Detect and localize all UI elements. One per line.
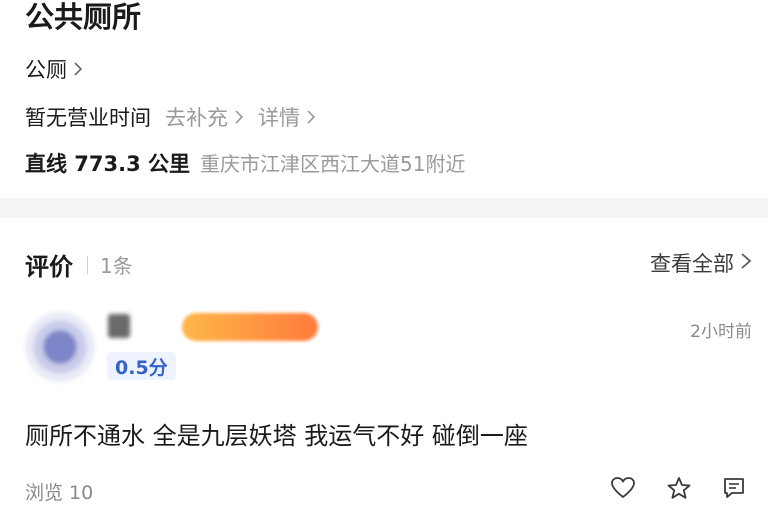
avatar[interactable] [25,312,95,382]
reviews-count: 1条 [100,254,133,278]
rating-badge: 0.5分 [107,352,176,380]
reviews-title: 评价 [25,253,73,281]
poi-hours-row: 暂无营业时间 去补充 详情 [25,104,316,132]
details-link[interactable]: 详情 [258,104,316,132]
poi-category-row[interactable]: 公厕 [25,56,83,84]
view-count: 浏览 10 [25,482,94,504]
address-text[interactable]: 重庆市江津区西江大道51附近 [200,150,465,178]
review-text[interactable]: 厕所不通水 全是九层妖塔 我运气不好 碰倒一座 [25,416,528,451]
supplement-link[interactable]: 去补充 [165,104,244,132]
star-icon[interactable] [666,476,692,500]
details-link-label[interactable]: 详情 [258,104,300,132]
business-hours: 暂无营业时间 [25,106,151,130]
reviews-header: 评价 1条 [25,247,133,282]
review-time: 2小时前 [690,322,752,342]
chevron-right-icon [234,104,244,132]
poi-category[interactable]: 公厕 [25,56,67,84]
review-actions [610,476,746,500]
poi-location-row[interactable]: 直线 773.3 公里 重庆市江津区西江大道51附近 [25,150,466,178]
distance-text: 直线 773.3 公里 [25,152,191,176]
user-level-badge [182,313,318,341]
chevron-right-icon [306,104,316,132]
chevron-right-icon [73,56,83,84]
chevron-right-icon [740,251,752,275]
heart-icon[interactable] [610,476,636,500]
username-blurred[interactable] [108,314,130,338]
view-all-label[interactable]: 查看全部 [650,248,734,278]
section-divider [0,198,768,218]
supplement-link-label[interactable]: 去补充 [165,104,228,132]
comment-icon[interactable] [722,476,746,500]
view-all-reviews-button[interactable]: 查看全部 [650,248,752,278]
poi-title: 公共厕所 [25,0,142,34]
header-separator [87,255,88,274]
